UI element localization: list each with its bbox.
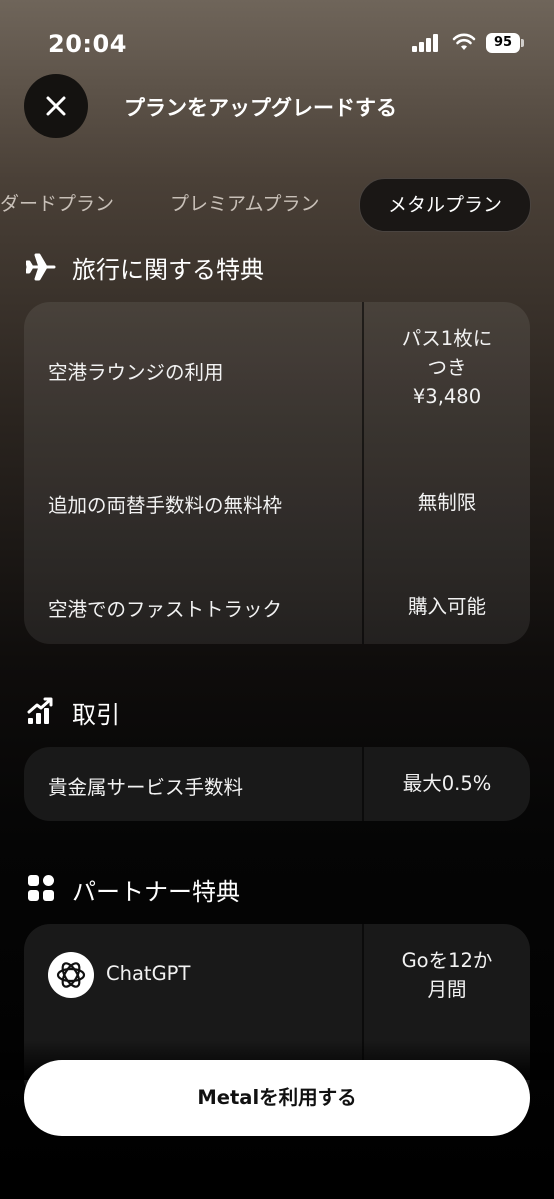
tab-metal-plan[interactable]: メタルプラン — [359, 178, 531, 232]
close-button[interactable] — [24, 74, 88, 138]
wifi-icon — [452, 33, 476, 50]
lounge-access-value: パス1枚に つき ¥3,480 — [401, 327, 493, 408]
battery-indicator: 95 — [486, 33, 520, 53]
chart-growth-icon — [27, 697, 53, 724]
tab-standard-plan[interactable]: ダードプラン — [0, 178, 114, 230]
chatgpt-value: Goを12か 月間 — [401, 949, 493, 1001]
travel-section-title: 旅行に関する特典 — [72, 256, 264, 284]
precious-metals-fee-label: 貴金属サービス手数料 — [48, 776, 244, 799]
battery-cap — [521, 39, 524, 47]
chatgpt-label: ChatGPT — [106, 962, 191, 985]
trading-section-title: 取引 — [72, 701, 120, 729]
fast-track-label: 空港でのファストトラック — [48, 598, 283, 621]
cellular-signal-icon — [412, 34, 442, 52]
close-icon — [46, 96, 66, 116]
partners-section-title: パートナー特典 — [72, 878, 240, 906]
fx-allowance-value: 無制限 — [417, 491, 477, 514]
page-title: プランをアップグレードする — [124, 96, 397, 120]
fx-allowance-label: 追加の両替手数料の無料枠 — [48, 494, 283, 517]
apps-grid-icon — [28, 875, 54, 901]
fast-track-value: 購入可能 — [407, 595, 486, 618]
openai-logo-icon — [48, 952, 94, 998]
trading-card: 貴金属サービス手数料 最大0.5% — [24, 747, 530, 821]
use-metal-button[interactable]: Metalを利用する — [24, 1060, 530, 1136]
tab-premium-plan[interactable]: プレミアムプラン — [170, 178, 320, 230]
precious-metals-fee-value: 最大0.5% — [402, 772, 492, 795]
airplane-icon — [26, 253, 56, 281]
lounge-access-label: 空港ラウンジの利用 — [48, 361, 224, 384]
status-time: 20:04 — [48, 30, 127, 58]
travel-benefits-card: 空港ラウンジの利用 パス1枚に つき ¥3,480 追加の両替手数料の無料枠 無… — [24, 302, 530, 644]
